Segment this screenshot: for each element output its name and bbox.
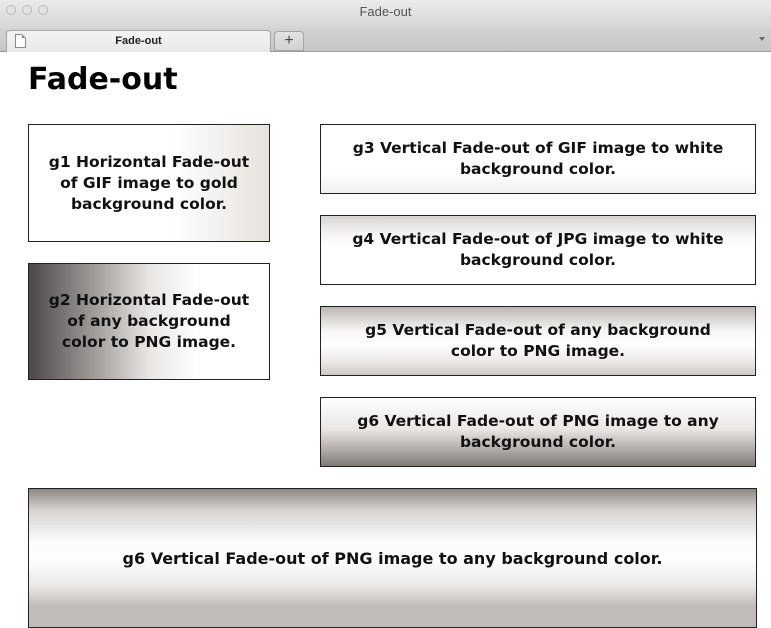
fade-box-g4: g4 Vertical Fade-out of JPG image to whi… [320, 215, 756, 285]
tab-bar: Fade-out + [0, 28, 771, 52]
fade-box-g1: g1 Horizontal Fade-out of GIF image to g… [28, 124, 270, 242]
fade-box-g3: g3 Vertical Fade-out of GIF image to whi… [320, 124, 756, 194]
fade-box-g5: g5 Vertical Fade-out of any background c… [320, 306, 756, 376]
chevron-down-icon[interactable] [759, 37, 765, 41]
fade-box-g6-wide: g6 Vertical Fade-out of PNG image to any… [28, 488, 757, 628]
fade-box-g2: g2 Horizontal Fade-out of any background… [28, 263, 270, 380]
new-tab-button[interactable]: + [274, 31, 304, 51]
window-titlebar: Fade-out [0, 0, 771, 28]
tab-label: Fade-out [115, 35, 162, 47]
tab-fade-out[interactable]: Fade-out [6, 30, 271, 52]
window-title: Fade-out [359, 4, 412, 19]
page-title: Fade-out [28, 62, 178, 97]
fade-box-g6: g6 Vertical Fade-out of PNG image to any… [320, 397, 756, 467]
